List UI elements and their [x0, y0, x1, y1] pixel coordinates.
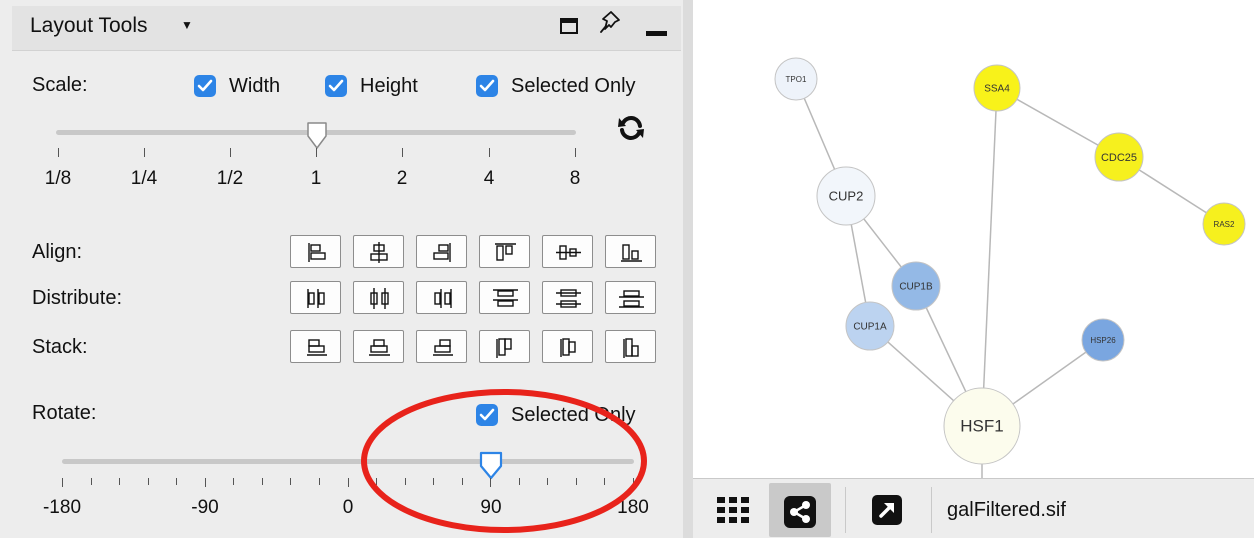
scale-tick [575, 148, 576, 157]
scale-height-checkbox[interactable] [325, 75, 347, 97]
align-right-button[interactable] [416, 235, 467, 268]
divider [845, 487, 846, 533]
scale-tick-label: 1/2 [216, 168, 244, 189]
node-label: CDC25 [1101, 152, 1137, 164]
rotate-tick [233, 478, 235, 485]
network-view[interactable]: TPO1 SSA4 CDC25 RAS2 CUP2 CUP1B CUP1A HSP26 HSF1 [693, 0, 1254, 478]
node-label: RAS2 [1214, 220, 1235, 229]
scale-tick [144, 148, 145, 157]
align-bottom-button[interactable] [605, 235, 656, 268]
rotate-tick [290, 478, 292, 485]
node-label: CUP2 [829, 188, 864, 203]
pin-icon[interactable] [598, 10, 622, 36]
stack-top-button[interactable] [479, 330, 530, 363]
rotate-tick [261, 478, 263, 485]
rotate-tick [176, 478, 178, 485]
align-label: Align: [32, 241, 83, 263]
scale-width-checkbox[interactable] [194, 75, 216, 97]
stack-right-button[interactable] [416, 330, 467, 363]
align-left-button[interactable] [290, 235, 341, 268]
distribute-bottom-button[interactable] [605, 281, 656, 314]
scale-tick-label: 1 [310, 168, 322, 189]
distribute-label: Distribute: [32, 287, 123, 309]
refresh-icon[interactable] [616, 113, 646, 143]
scale-tick [230, 148, 231, 157]
grid-icon[interactable] [717, 497, 749, 523]
rotate-tick [90, 478, 92, 485]
distribute-right-button[interactable] [416, 281, 467, 314]
scale-tick [316, 148, 317, 157]
rotate-tick [204, 478, 206, 487]
align-top-button[interactable] [479, 235, 530, 268]
stack-center-button[interactable] [353, 330, 404, 363]
stack-left-button[interactable] [290, 330, 341, 363]
network-toolbar: galFiltered.sif [693, 478, 1254, 538]
annotation-circle [361, 389, 647, 533]
rotate-tick-label: -90 [191, 497, 219, 518]
scale-tick [58, 148, 59, 157]
edge [981, 87, 998, 427]
stack-label: Stack: [32, 336, 88, 358]
rotate-tick-label: -180 [42, 497, 82, 518]
window-icon[interactable] [560, 18, 578, 34]
scale-tick-label: 2 [396, 168, 408, 189]
distribute-center-vertical-button[interactable] [542, 281, 593, 314]
network-view-button[interactable] [769, 483, 831, 537]
node-label: SSA4 [984, 84, 1010, 95]
distribute-center-horizontal-button[interactable] [353, 281, 404, 314]
align-center-vertical-button[interactable] [542, 235, 593, 268]
scale-slider-thumb[interactable] [305, 121, 329, 151]
node-label: HSP26 [1090, 336, 1116, 345]
chevron-down-icon[interactable]: ▼ [181, 18, 193, 32]
scale-selected-only-checkbox[interactable] [476, 75, 498, 97]
panel-divider-bar[interactable] [683, 0, 693, 538]
node-label: TPO1 [786, 75, 807, 84]
share-icon [784, 496, 816, 528]
scale-tick-label: 1/4 [130, 168, 158, 189]
rotate-tick [62, 478, 63, 487]
scale-tick-label: 8 [569, 168, 581, 189]
minimize-icon[interactable] [646, 31, 667, 36]
divider [931, 487, 932, 533]
node-label: CUP1A [853, 322, 887, 333]
scale-width-label: Width [229, 75, 281, 97]
scale-label: Scale: [32, 74, 88, 96]
arrow-icon[interactable] [872, 495, 902, 525]
stack-middle-button[interactable] [542, 330, 593, 363]
node-label: HSF1 [960, 416, 1003, 435]
rotate-tick-label: 0 [342, 497, 354, 518]
panel-title[interactable]: Layout Tools [30, 14, 148, 38]
rotate-tick [119, 478, 121, 485]
distribute-top-button[interactable] [479, 281, 530, 314]
rotate-tick [347, 478, 349, 487]
network-file-name: galFiltered.sif [947, 499, 1066, 521]
divider [12, 50, 681, 51]
scale-tick-label: 1/8 [44, 168, 72, 189]
scale-tick [402, 148, 403, 157]
rotate-tick [318, 478, 320, 485]
scale-selected-only-label: Selected Only [511, 75, 636, 97]
scale-tick [489, 148, 490, 157]
node-label: CUP1B [899, 282, 933, 293]
distribute-left-button[interactable] [290, 281, 341, 314]
rotate-label: Rotate: [32, 402, 97, 424]
scale-tick-label: 4 [483, 168, 495, 189]
stack-bottom-button[interactable] [605, 330, 656, 363]
rotate-tick [147, 478, 149, 485]
scale-height-label: Height [360, 75, 418, 97]
align-center-horizontal-button[interactable] [353, 235, 404, 268]
